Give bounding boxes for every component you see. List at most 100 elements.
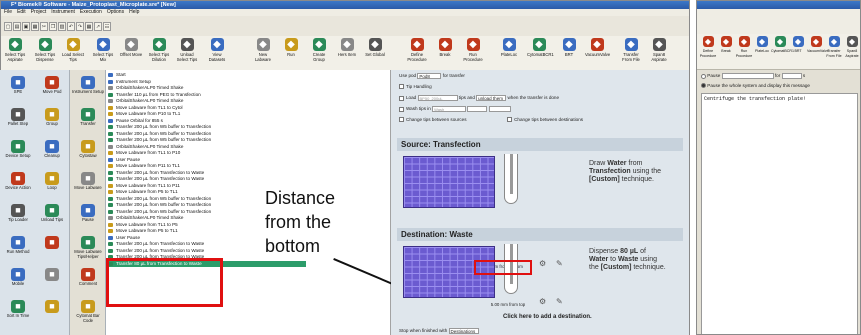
w2-ribbon-cytomatbcr1-button[interactable]: ◆ CytomatBCR1 [771,36,794,68]
palette-step-run-method[interactable]: ■ Run Method [2,234,34,262]
new-file-icon[interactable]: ▢ [4,21,12,31]
menu-instrument[interactable]: Instrument [51,9,75,15]
copy-icon[interactable]: ❐ [49,21,57,31]
grid-icon[interactable]: ▦ [85,21,93,31]
palette-step-move-labware-tips-helper[interactable]: ■ Move Labware Tips/Helper [72,234,104,262]
tip-type-select[interactable]: BP50_200uL [417,95,458,101]
open-folder-icon[interactable]: ▤ [13,21,21,31]
w2-ribbon-plateloc-button[interactable]: ◆ PlateLoc [753,36,771,68]
change-dest-checkbox[interactable] [507,117,513,123]
ribbon-hers-item-button[interactable]: ◆ Hers Item [335,38,359,70]
w2-ribbon-brt-button[interactable]: ◆ BRT [789,36,807,68]
palette-step-item-11[interactable]: ■ [36,234,68,262]
w2-ribbon-break-button[interactable]: ◆ Break [717,36,735,68]
table-icon[interactable]: ☷ [103,21,111,31]
palette-step-cytomat-bar-code[interactable]: ■ Cytomat Bar Code [72,298,104,326]
w2-ribbon-vacuumvalve-button[interactable]: ◆ VacuumValve [807,36,829,68]
procedure-step[interactable]: Instrument Setup [106,79,306,85]
menu-options[interactable]: Options [107,9,124,15]
ribbon-new-labware-button[interactable]: ◆ New Labware [251,38,275,70]
ribbon-transfer-from-file-button[interactable]: ◆ Transfer From File [619,38,643,70]
pause-type-select[interactable] [721,73,774,79]
ribbon-run-procedure-button[interactable]: ◆ Run Procedure [461,38,485,70]
palette-step-group[interactable]: ■ Group [36,106,68,134]
palette-step-item-15[interactable]: ■ [36,298,68,326]
ribbon-load-select-tips-button[interactable]: ◆ Load Select Tips [61,38,85,70]
pause-message-textbox[interactable]: Centrifuge the transfection plate! [701,93,858,334]
procedure-step[interactable]: OrbitalShakerALP0 Timed Shake [106,144,306,150]
undo-icon[interactable]: ↶ [67,21,75,31]
load-checkbox[interactable] [399,95,404,101]
print-icon[interactable]: ▦ [31,21,39,31]
procedure-step[interactable]: Transfer 200 µL from W5 buffer to Transf… [106,137,306,143]
liquid-settings-icon[interactable]: ⚙ [539,260,546,268]
pod-select[interactable]: Pod8 [417,73,442,79]
menu-execution[interactable]: Execution [80,9,102,15]
cut-icon[interactable]: ✂ [40,21,48,31]
add-destination-link[interactable]: Click here to add a destination. [503,314,592,320]
procedure-step[interactable]: Transfer 200 µL from Transfection to Was… [106,170,306,176]
menu-edit[interactable]: Edit [17,9,26,15]
dest-technique-edit-icon[interactable]: ✎ [556,298,563,306]
ribbon-view-datasets-button[interactable]: ◆ View Datasets [205,38,229,70]
procedure-step[interactable]: OrbitalShakerALP0 Timed Shake [106,98,306,104]
ribbon-unload-select-tips-button[interactable]: ◆ Unload Select Tips [175,38,199,70]
palette-step-tip-loader[interactable]: ■ Tip Loader [2,202,34,230]
arrow-icon[interactable]: ↗ [94,21,102,31]
palette-step-sort-in-time[interactable]: ■ Sort In Time [2,298,34,326]
w2-ribbon-define-procedure-button[interactable]: ◆ Define Procedure [699,36,717,68]
redo-icon[interactable]: ↷ [76,21,84,31]
palette-step-comment[interactable]: ■ Comment [72,266,104,294]
wash-select[interactable]: Wash [432,106,467,112]
procedure-step[interactable]: User Pause [106,157,306,163]
wash-param-input-2[interactable] [488,106,511,112]
palette-step-instrument-setup[interactable]: ■ Instrument Setup [72,74,104,102]
ribbon-plateloc-button[interactable]: ◆ PlateLoc [497,38,521,70]
palette-step-move-pod[interactable]: ■ Move Pod [36,74,68,102]
procedure-step[interactable]: Move Labware from TL1 to Cytol [106,105,306,111]
w2-ribbon-run-procedure-button[interactable]: ◆ Run Procedure [735,36,753,68]
ribbon-create-group-button[interactable]: ◆ Create Group [307,38,331,70]
dest-liquid-settings-icon[interactable]: ⚙ [539,298,546,306]
save-icon[interactable]: ▣ [22,21,30,31]
menu-project[interactable]: Project [31,9,47,15]
procedure-step[interactable]: Transfer 110 µL from PEG to Transfection [106,92,306,98]
palette-step-pallet-step[interactable]: ■ Pallet Step [2,106,34,134]
stop-select[interactable]: Destinations [448,328,479,334]
palette-step-mobile[interactable]: ■ Mobile [2,266,34,294]
ribbon-run-button[interactable]: ◆ Run [279,38,303,70]
procedure-step[interactable]: OrbitalShakerALP0 Timed Shake [106,85,306,91]
procedure-step[interactable]: Move Labware from P11 to TL1 [106,163,306,169]
wash-param-input[interactable] [467,106,488,112]
palette-step-pause[interactable]: ■ Pause [72,202,104,230]
w2-ribbon-transfer-from-file-button[interactable]: ◆ Transfer From File [825,36,843,68]
ribbon-brt-button[interactable]: ◆ BRT [557,38,581,70]
menu-file[interactable]: File [4,9,12,15]
w2-ribbon-span8-aspirate-button[interactable]: ◆ Span8 Aspirate [843,36,860,68]
ribbon-define-procedure-button[interactable]: ◆ Define Procedure [405,38,429,70]
unload-select[interactable]: unload them [476,95,507,101]
palette-step-device-action[interactable]: ■ Device Action [2,170,34,198]
palette-step-cytostaw[interactable]: ■ Cytostaw [72,138,104,166]
ribbon-offset-move-button[interactable]: ◆ Offset Move [119,38,143,70]
palette-step-spe[interactable]: ■ SPE [2,74,34,102]
pause-seconds-input[interactable] [781,73,802,79]
palette-step-transfer[interactable]: ■ Transfer [72,106,104,134]
ribbon-cytomatbcr1-button[interactable]: ◆ CytomatBCR1 [527,38,554,70]
technique-edit-icon[interactable]: ✎ [556,260,563,268]
ribbon-set-global-button[interactable]: ◆ Set Global [363,38,387,70]
ribbon-break-button[interactable]: ◆ Break [433,38,457,70]
pause-all-radio[interactable] [701,83,706,89]
source-plate-grid[interactable] [403,156,495,208]
procedure-step[interactable]: Move Labware from P10 to TL1 [106,111,306,117]
palette-step-device-setup[interactable]: ■ Device Setup [2,138,34,166]
menu-help[interactable]: Help [129,9,139,15]
ribbon-select-tips-mix-button[interactable]: ◆ Select Tips Mix [91,38,115,70]
procedure-step[interactable]: Transfer 200 µL from W5 buffer to Transf… [106,131,306,137]
change-sources-checkbox[interactable] [399,117,404,123]
palette-step-item-13[interactable]: ■ [36,266,68,294]
pause-radio[interactable] [701,73,706,79]
ribbon-select-tips-aspirate-button[interactable]: ◆ Select Tips Aspirate [3,38,27,70]
ribbon-select-tips-dispense-button[interactable]: ◆ Select Tips Dispense [33,38,57,70]
procedure-step[interactable]: Move Labware from TL1 to P10 [106,150,306,156]
